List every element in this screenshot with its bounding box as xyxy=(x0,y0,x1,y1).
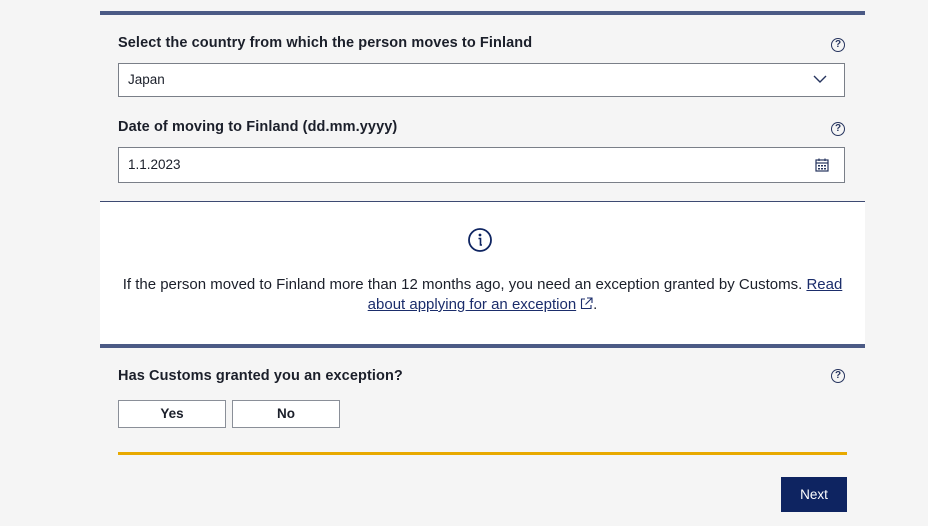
top-accent-bar xyxy=(100,11,865,15)
info-link-suffix: . xyxy=(593,296,598,313)
country-select[interactable]: Japan xyxy=(118,63,845,97)
date-label: Date of moving to Finland (dd.mm.yyyy) xyxy=(118,119,398,135)
section-accent-bar xyxy=(100,344,865,348)
help-icon[interactable]: ? xyxy=(831,369,845,383)
yes-button[interactable]: Yes xyxy=(118,400,226,428)
exception-label: Has Customs granted you an exception? xyxy=(118,368,403,384)
info-message: If the person moved to Finland more than… xyxy=(110,275,855,315)
info-icon xyxy=(468,228,492,252)
form-panel: Select the country from which the person… xyxy=(100,0,865,526)
country-label: Select the country from which the person… xyxy=(118,35,533,51)
help-icon[interactable]: ? xyxy=(831,122,845,136)
external-link-icon xyxy=(581,297,593,310)
country-value: Japan xyxy=(128,72,165,87)
info-box xyxy=(100,202,865,344)
date-input[interactable]: 1.1.2023 xyxy=(118,147,845,183)
calendar-icon[interactable] xyxy=(815,158,829,172)
info-text: If the person moved to Finland more than… xyxy=(122,276,803,293)
chevron-down-icon xyxy=(813,75,827,83)
progress-divider xyxy=(118,452,847,455)
date-value: 1.1.2023 xyxy=(128,157,181,172)
next-button[interactable]: Next xyxy=(781,477,847,512)
help-icon[interactable]: ? xyxy=(831,38,845,52)
no-button[interactable]: No xyxy=(232,400,340,428)
